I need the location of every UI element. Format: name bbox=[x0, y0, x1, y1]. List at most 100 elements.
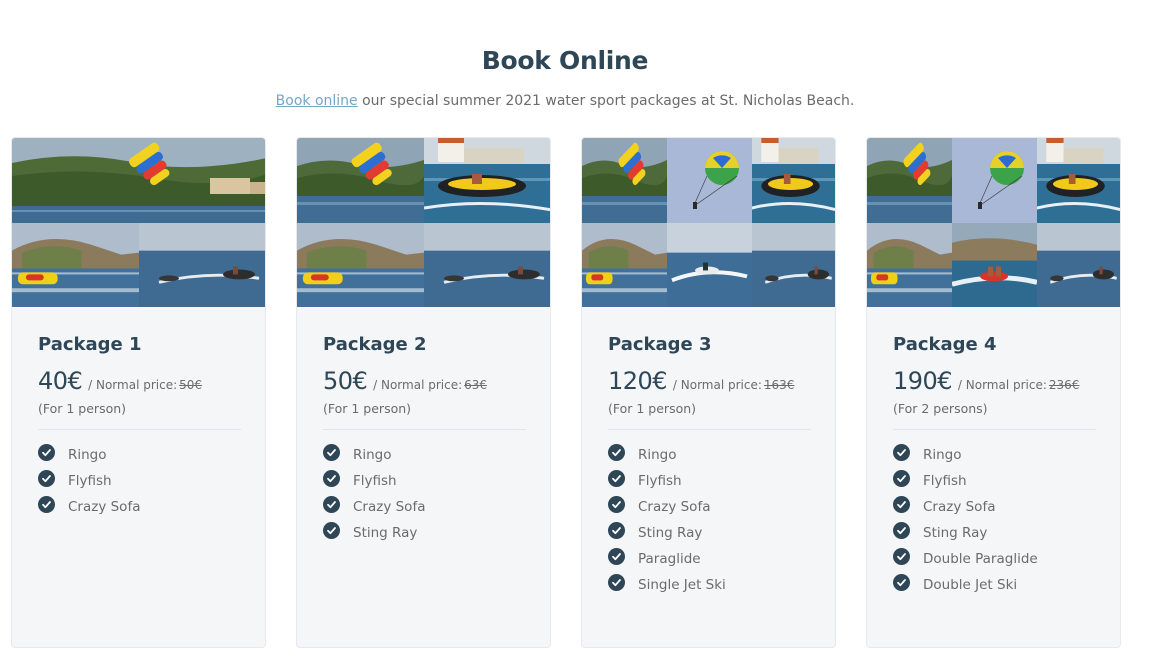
feature-list: Ringo Flyfish Crazy Sofa bbox=[38, 443, 243, 521]
feature-item: Double Paraglide bbox=[893, 547, 1098, 573]
package-3-photo-collage bbox=[582, 138, 835, 307]
feature-item: Sting Ray bbox=[608, 521, 813, 547]
package-price: 40€ bbox=[38, 367, 83, 395]
check-circle-icon bbox=[893, 522, 910, 539]
package-card-4[interactable]: Package 4 190€ / Normal price: 236€ (For … bbox=[866, 137, 1121, 648]
price-line: 50€ / Normal price: 63€ bbox=[323, 367, 528, 397]
feature-item: Flyfish bbox=[323, 469, 528, 495]
feature-label: Flyfish bbox=[638, 473, 682, 489]
feature-label: Double Paraglide bbox=[923, 551, 1038, 567]
page-title: Book Online bbox=[481, 46, 649, 75]
persons-note: (For 1 person) bbox=[608, 401, 697, 416]
package-price: 190€ bbox=[893, 367, 953, 395]
feature-label: Crazy Sofa bbox=[638, 499, 711, 515]
check-circle-icon bbox=[893, 470, 910, 487]
page-subtitle: Book online our special summer 2021 wate… bbox=[0, 93, 1130, 109]
feature-item: Ringo bbox=[323, 443, 528, 469]
feature-item: Sting Ray bbox=[893, 521, 1098, 547]
feature-list: Ringo Flyfish Crazy Sofa Sting Ray Double Pa… bbox=[893, 443, 1098, 599]
package-card-1[interactable]: Package 1 40€ / Normal price: 50€ (For 1 … bbox=[11, 137, 266, 648]
feature-item: Flyfish bbox=[608, 469, 813, 495]
persons-note: (For 1 person) bbox=[38, 401, 127, 416]
feature-item: Crazy Sofa bbox=[893, 495, 1098, 521]
divider bbox=[38, 429, 241, 430]
book-online-link[interactable]: Book online bbox=[276, 93, 358, 109]
price-line: 190€ / Normal price: 236€ bbox=[893, 367, 1098, 397]
feature-label: Flyfish bbox=[353, 473, 397, 489]
subtitle-text: our special summer 2021 water sport pack… bbox=[357, 93, 855, 109]
check-circle-icon bbox=[608, 470, 625, 487]
divider bbox=[323, 429, 526, 430]
feature-label: Sting Ray bbox=[638, 525, 703, 541]
package-title: Package 2 bbox=[323, 334, 427, 355]
check-circle-icon bbox=[893, 444, 910, 461]
feature-label: Crazy Sofa bbox=[353, 499, 426, 515]
check-circle-icon bbox=[323, 470, 340, 487]
package-title: Package 1 bbox=[38, 334, 142, 355]
feature-label: Sting Ray bbox=[923, 525, 988, 541]
price-line: 120€ / Normal price: 163€ bbox=[608, 367, 813, 397]
check-circle-icon bbox=[608, 496, 625, 513]
feature-label: Ringo bbox=[353, 447, 392, 463]
normal-price-value: 163€ bbox=[763, 378, 795, 392]
persons-note: (For 1 person) bbox=[323, 401, 412, 416]
feature-list: Ringo Flyfish Crazy Sofa Sting Ray bbox=[323, 443, 528, 547]
feature-label: Single Jet Ski bbox=[638, 577, 726, 593]
package-title: Package 4 bbox=[893, 334, 997, 355]
feature-item: Sting Ray bbox=[323, 521, 528, 547]
persons-note: (For 2 persons) bbox=[893, 401, 988, 416]
normal-price-label: / Normal price: bbox=[84, 378, 178, 392]
divider bbox=[893, 429, 1096, 430]
feature-item: Crazy Sofa bbox=[608, 495, 813, 521]
feature-item: Flyfish bbox=[893, 469, 1098, 495]
feature-item: Crazy Sofa bbox=[323, 495, 528, 521]
feature-item: Ringo bbox=[893, 443, 1098, 469]
check-circle-icon bbox=[38, 496, 55, 513]
package-title: Package 3 bbox=[608, 334, 712, 355]
feature-label: Double Jet Ski bbox=[923, 577, 1018, 593]
normal-price-label: / Normal price: bbox=[369, 378, 463, 392]
check-circle-icon bbox=[323, 496, 340, 513]
feature-label: Flyfish bbox=[68, 473, 112, 489]
check-circle-icon bbox=[38, 444, 55, 461]
check-circle-icon bbox=[608, 548, 625, 565]
normal-price-value: 236€ bbox=[1048, 378, 1080, 392]
feature-label: Crazy Sofa bbox=[68, 499, 141, 515]
package-1-photo-collage bbox=[12, 138, 265, 307]
check-circle-icon bbox=[323, 522, 340, 539]
feature-item: Crazy Sofa bbox=[38, 495, 243, 521]
package-price: 50€ bbox=[323, 367, 368, 395]
package-card-3[interactable]: Package 3 120€ / Normal price: 163€ (For … bbox=[581, 137, 836, 648]
check-circle-icon bbox=[608, 444, 625, 461]
feature-label: Ringo bbox=[923, 447, 962, 463]
package-2-photo-collage bbox=[297, 138, 550, 307]
normal-price-value: 63€ bbox=[464, 378, 488, 392]
check-circle-icon bbox=[608, 574, 625, 591]
feature-label: Sting Ray bbox=[353, 525, 418, 541]
feature-label: Paraglide bbox=[638, 551, 701, 567]
feature-item: Flyfish bbox=[38, 469, 243, 495]
normal-price-value: 50€ bbox=[179, 378, 203, 392]
divider bbox=[608, 429, 811, 430]
check-circle-icon bbox=[893, 496, 910, 513]
feature-label: Ringo bbox=[638, 447, 677, 463]
packages-grid: Package 1 40€ / Normal price: 50€ (For 1 … bbox=[11, 137, 1131, 657]
feature-item: Single Jet Ski bbox=[608, 573, 813, 599]
check-circle-icon bbox=[893, 574, 910, 591]
price-line: 40€ / Normal price: 50€ bbox=[38, 367, 243, 397]
feature-item: Paraglide bbox=[608, 547, 813, 573]
package-price: 120€ bbox=[608, 367, 668, 395]
package-4-photo-collage bbox=[867, 138, 1120, 307]
normal-price-label: / Normal price: bbox=[954, 378, 1047, 392]
check-circle-icon bbox=[608, 522, 625, 539]
feature-label: Flyfish bbox=[923, 473, 967, 489]
feature-item: Ringo bbox=[38, 443, 243, 469]
normal-price-label: / Normal price: bbox=[669, 378, 762, 392]
feature-item: Double Jet Ski bbox=[893, 573, 1098, 599]
check-circle-icon bbox=[323, 444, 340, 461]
feature-item: Ringo bbox=[608, 443, 813, 469]
feature-label: Crazy Sofa bbox=[923, 499, 996, 515]
feature-list: Ringo Flyfish Crazy Sofa Sting Ray Paraglide… bbox=[608, 443, 813, 599]
check-circle-icon bbox=[893, 548, 910, 565]
package-card-2[interactable]: Package 2 50€ / Normal price: 63€ (For 1 … bbox=[296, 137, 551, 648]
